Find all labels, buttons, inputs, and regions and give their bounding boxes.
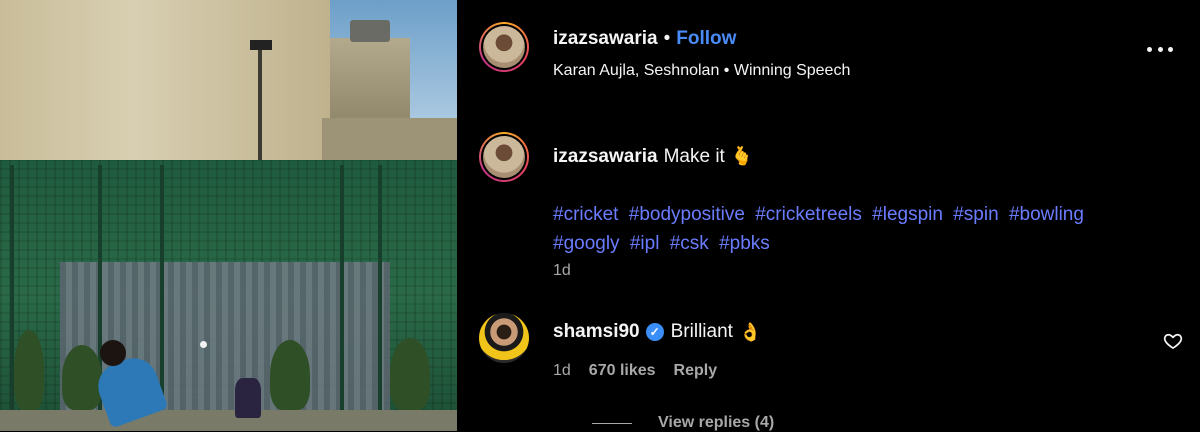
media-net-post xyxy=(340,165,344,431)
comment-timestamp[interactable]: 1d xyxy=(553,362,571,380)
media-net-post xyxy=(378,165,382,431)
hashtag-link[interactable]: #ipl xyxy=(630,233,660,254)
comment-text: Brilliant xyxy=(670,321,733,342)
hashtag-link[interactable]: #cricketreels xyxy=(755,204,862,225)
media-bowler-head xyxy=(100,340,126,366)
replies-divider xyxy=(592,422,632,424)
media-water-tank xyxy=(350,20,390,42)
media-ball xyxy=(200,341,207,348)
more-options-icon[interactable] xyxy=(1147,44,1173,54)
hashtag-link[interactable]: #legspin xyxy=(872,204,943,225)
media-wall xyxy=(0,0,330,160)
media-floodlight xyxy=(250,40,272,50)
follow-button[interactable]: Follow xyxy=(676,28,736,50)
verified-badge-icon: ✓ xyxy=(645,323,664,341)
reply-button[interactable]: Reply xyxy=(674,362,718,380)
caption-timestamp[interactable]: 1d xyxy=(553,262,571,280)
post-media[interactable] xyxy=(0,0,457,431)
like-comment-heart-icon[interactable] xyxy=(1163,331,1183,351)
author-avatar[interactable] xyxy=(479,22,529,72)
comment-likes[interactable]: 670 likes xyxy=(589,362,656,380)
hashtag-link[interactable]: #spin xyxy=(953,204,998,225)
view-replies-button[interactable]: View replies (4) xyxy=(592,414,774,432)
hashtag-link[interactable]: #csk xyxy=(670,233,709,254)
hashtag-link[interactable]: #googly xyxy=(553,233,620,254)
caption-message: Make it xyxy=(663,146,725,167)
hashtag-link[interactable]: #bodypositive xyxy=(629,204,745,225)
media-shrub xyxy=(390,338,430,410)
media-building xyxy=(330,38,410,128)
audio-track-link[interactable]: Karan Aujla, Seshnolan • Winning Speech xyxy=(553,62,850,80)
media-wall-back xyxy=(322,118,457,160)
media-shrub xyxy=(270,340,310,410)
view-replies-label[interactable]: View replies (4) xyxy=(658,414,774,432)
hashtag-list: #cricket #bodypositive #cricketreels #le… xyxy=(553,200,1153,258)
hashtag-link[interactable]: #cricket xyxy=(553,204,618,225)
media-batter xyxy=(235,378,261,418)
ok-hand-emoji: 👌 xyxy=(738,321,762,342)
media-shrub xyxy=(14,330,44,410)
hashtag-link[interactable]: #pbks xyxy=(719,233,770,254)
caption-username[interactable]: izazsawaria xyxy=(553,146,658,167)
author-name-row: izazsawaria • Follow xyxy=(553,28,736,50)
post-header: izazsawaria • Follow Karan Aujla, Seshno… xyxy=(479,22,1179,82)
caption-avatar[interactable] xyxy=(479,132,529,182)
author-username[interactable]: izazsawaria xyxy=(553,28,658,50)
media-pole xyxy=(258,50,262,170)
comment-meta: 1d 670 likes Reply xyxy=(553,362,717,380)
media-shrub xyxy=(62,345,102,410)
comment-line: shamsi90 ✓ Brilliant 👌 xyxy=(553,321,761,343)
media-ground xyxy=(0,410,457,431)
fingers-crossed-emoji: 🫰 xyxy=(730,146,754,166)
separator-dot: • xyxy=(663,28,671,49)
post-details-panel: izazsawaria • Follow Karan Aujla, Seshno… xyxy=(457,0,1200,431)
caption-text: izazsawaria Make it 🫰 xyxy=(553,146,753,168)
commenter-username[interactable]: shamsi90 xyxy=(553,321,640,343)
hashtag-link[interactable]: #bowling xyxy=(1009,204,1084,225)
commenter-avatar[interactable] xyxy=(479,313,529,363)
